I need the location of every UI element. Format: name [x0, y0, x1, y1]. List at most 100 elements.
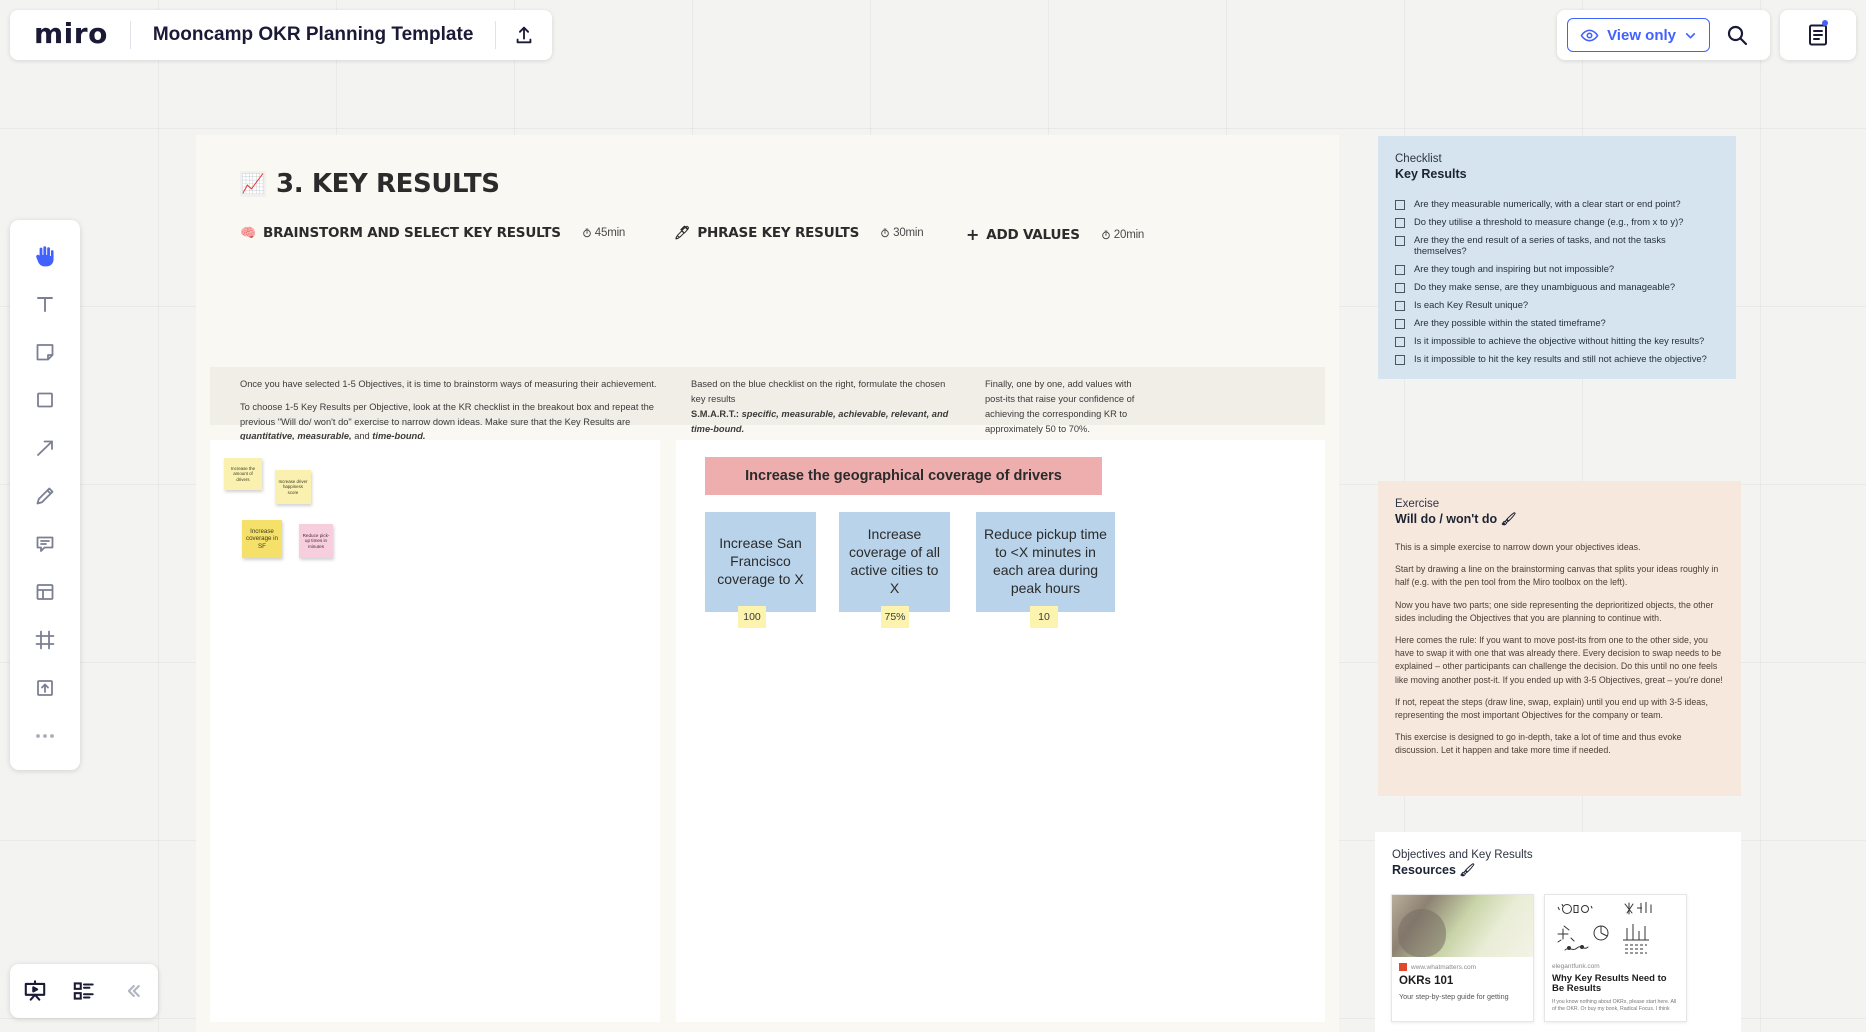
- checkbox[interactable]: [1395, 355, 1405, 365]
- tool-sticky-note-button[interactable]: [21, 328, 69, 376]
- exercise-paragraph: This is a simple exercise to narrow down…: [1395, 541, 1724, 554]
- checklist-item[interactable]: Do they make sense, are they unambiguous…: [1395, 282, 1719, 293]
- checklist-item-label: Do they make sense, are they unambiguous…: [1414, 282, 1675, 293]
- checklist-item[interactable]: Is it impossible to achieve the objectiv…: [1395, 336, 1719, 347]
- exercise-paragraph: If not, repeat the steps (draw line, swa…: [1395, 696, 1724, 722]
- checklist-title: Key Results: [1395, 167, 1719, 181]
- checklist-item[interactable]: Are they the end result of a series of t…: [1395, 235, 1719, 257]
- checklist-item-label: Are they the end result of a series of t…: [1414, 235, 1719, 257]
- board-frame-key-results[interactable]: 📈 3. KEY RESULTS 🧠 BRAINSTORM AND SELECT…: [196, 135, 1339, 1032]
- left-toolbar: [10, 220, 80, 770]
- sticky-note[interactable]: Increase driver happiness score: [275, 470, 311, 504]
- key-result-text: Reduce pickup time to <X minutes in each…: [982, 526, 1109, 598]
- board-notes-icon[interactable]: [1806, 22, 1830, 48]
- tool-template-button[interactable]: [21, 568, 69, 616]
- tool-shape-button[interactable]: [21, 376, 69, 424]
- checklist-item[interactable]: Is each Key Result unique?: [1395, 300, 1719, 311]
- key-result-text: Increase San Francisco coverage to X: [711, 535, 810, 589]
- checkbox[interactable]: [1395, 218, 1405, 228]
- resource-description: If you know nothing about OKRs, please s…: [1552, 999, 1679, 1013]
- miro-logo[interactable]: miro: [10, 17, 130, 50]
- share-button[interactable]: [496, 10, 552, 60]
- frames-list-button[interactable]: [63, 970, 105, 1012]
- collapse-button[interactable]: [112, 970, 154, 1012]
- instruction-paragraph: Finally, one by one, add values with pos…: [985, 377, 1135, 437]
- exercise-title-text: Will do / won't do: [1395, 512, 1497, 526]
- frame-icon: [33, 628, 57, 652]
- resource-card[interactable]: elegantfunk.com Why Key Results Need to …: [1544, 894, 1687, 1022]
- checkbox[interactable]: [1395, 265, 1405, 275]
- page-title: 3. KEY RESULTS: [276, 169, 500, 199]
- resources-panel[interactable]: Objectives and Key Results Resources 🖌 w…: [1375, 832, 1741, 1032]
- frames-list-icon: [71, 978, 97, 1004]
- tool-frame-button[interactable]: [21, 616, 69, 664]
- value-note[interactable]: 75%: [881, 606, 909, 628]
- section-duration: 20min: [1101, 229, 1144, 241]
- text-icon: [33, 292, 57, 316]
- checklist-item[interactable]: Do they utilise a threshold to measure c…: [1395, 217, 1719, 228]
- plus-icon: +: [966, 225, 979, 244]
- instructions-band: Once you have selected 1-5 Objectives, i…: [210, 367, 1325, 425]
- resource-card-list: www.whatmatters.com OKRs 101 Your step-b…: [1375, 894, 1741, 1022]
- instruction-line-smart: S.M.A.R.T.: specific, measurable, achiev…: [691, 407, 951, 437]
- value-note[interactable]: 10: [1030, 606, 1058, 628]
- checklist-panel[interactable]: Checklist Key Results Are they measurabl…: [1378, 136, 1736, 379]
- tool-more-button[interactable]: [21, 712, 69, 760]
- duration-label: 20min: [1114, 229, 1144, 241]
- key-result-card[interactable]: Reduce pickup time to <X minutes in each…: [976, 512, 1115, 612]
- checklist-item[interactable]: Is it impossible to hit the key results …: [1395, 354, 1719, 365]
- tool-arrow-button[interactable]: [21, 424, 69, 472]
- duration-label: 45min: [595, 227, 625, 239]
- checklist-item[interactable]: Are they tough and inspiring but not imp…: [1395, 264, 1719, 275]
- comment-icon: [33, 532, 57, 556]
- exercise-panel[interactable]: Exercise Will do / won't do 🖌 This is a …: [1378, 481, 1741, 796]
- tool-text-button[interactable]: [21, 280, 69, 328]
- presentation-mode-button[interactable]: [14, 970, 56, 1012]
- presentation-icon: [22, 978, 48, 1004]
- checkbox[interactable]: [1395, 200, 1405, 210]
- view-mode-button[interactable]: View only: [1567, 18, 1710, 52]
- checkbox[interactable]: [1395, 283, 1405, 293]
- checkbox[interactable]: [1395, 337, 1405, 347]
- checklist-item[interactable]: Are they possible within the stated time…: [1395, 318, 1719, 329]
- section-headers: 🧠 BRAINSTORM AND SELECT KEY RESULTS 45mi…: [196, 219, 1339, 249]
- resource-domain: www.whatmatters.com: [1399, 963, 1526, 971]
- sticky-note-text: Increase the amount of drivers: [227, 466, 259, 482]
- sticky-note[interactable]: Reduce pick-up times in minutes: [299, 524, 333, 558]
- section-title: BRAINSTORM AND SELECT KEY RESULTS: [263, 225, 561, 241]
- tool-pen-button[interactable]: [21, 472, 69, 520]
- value-text: 10: [1038, 611, 1050, 623]
- key-result-card[interactable]: Increase San Francisco coverage to X: [705, 512, 816, 612]
- sticky-note[interactable]: Increase the amount of drivers: [224, 458, 262, 490]
- sticky-note-icon: [33, 340, 57, 364]
- brain-icon: 🧠: [240, 226, 256, 241]
- objective-card[interactable]: Increase the geographical coverage of dr…: [705, 457, 1102, 495]
- tool-comment-button[interactable]: [21, 520, 69, 568]
- checklist-item[interactable]: Are they measurable numerically, with a …: [1395, 199, 1719, 210]
- favicon-icon: [1399, 963, 1407, 971]
- tool-hand-button[interactable]: [21, 232, 69, 280]
- timer-icon: [880, 228, 890, 238]
- miro-board-app: miro Mooncamp OKR Planning Template View…: [0, 0, 1866, 1032]
- checkbox[interactable]: [1395, 301, 1405, 311]
- resource-description: Your step-by-step guide for getting: [1399, 992, 1526, 1002]
- board-title[interactable]: Mooncamp OKR Planning Template: [131, 24, 496, 46]
- resources-title-text: Resources: [1392, 863, 1456, 877]
- resource-card[interactable]: www.whatmatters.com OKRs 101 Your step-b…: [1391, 894, 1534, 1022]
- brainstorm-canvas[interactable]: Increase the amount of drivers Increase …: [210, 440, 660, 1022]
- checkbox[interactable]: [1395, 319, 1405, 329]
- instructions-add-values: Finally, one by one, add values with pos…: [985, 377, 1135, 437]
- value-note[interactable]: 100: [738, 606, 766, 628]
- key-result-card[interactable]: Increase coverage of all active cities t…: [839, 512, 950, 612]
- exercise-paragraph: Now you have two parts; one side represe…: [1395, 599, 1724, 625]
- hand-icon: [32, 243, 58, 269]
- objective-text: Increase the geographical coverage of dr…: [745, 468, 1062, 484]
- checkbox[interactable]: [1395, 236, 1405, 246]
- search-button[interactable]: [1714, 14, 1760, 56]
- share-upload-icon: [513, 24, 535, 46]
- checklist-item-label: Are they tough and inspiring but not imp…: [1414, 264, 1614, 275]
- instruction-paragraph: Once you have selected 1-5 Objectives, i…: [240, 377, 670, 391]
- sticky-note[interactable]: Increase coverage in SF: [242, 520, 282, 558]
- tool-upload-button[interactable]: [21, 664, 69, 712]
- phrase-canvas[interactable]: Increase the geographical coverage of dr…: [676, 440, 1325, 1022]
